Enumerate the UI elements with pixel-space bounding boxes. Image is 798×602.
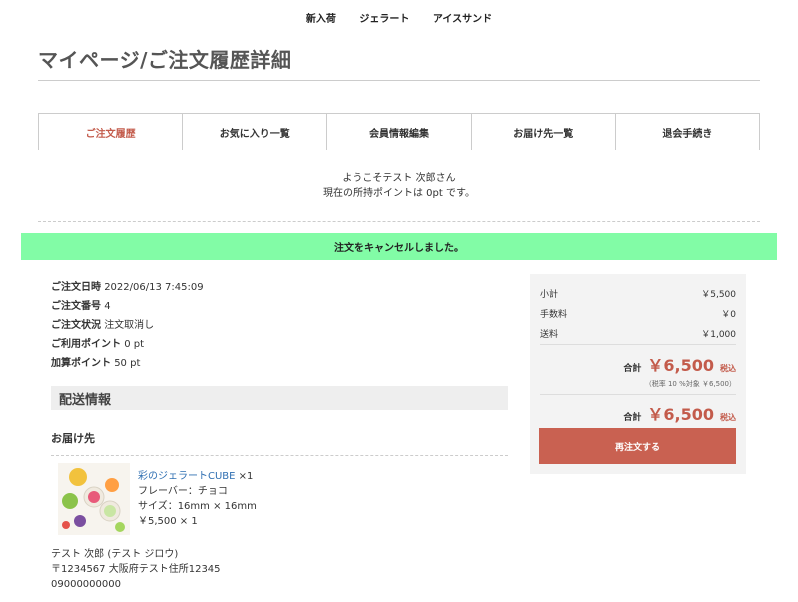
recipient-postal-address: 〒1234567 大阪府テスト住所12345 [51, 564, 221, 575]
order-info: ご注文日時 2022/06/13 7:45:09 ご注文番号 4 ご注文状況 注… [51, 278, 204, 373]
ship-to-divider [51, 455, 508, 456]
subtotal-value: ￥5,500 [701, 290, 736, 300]
total-row: 合計 ￥6,500 税込 [623, 352, 736, 376]
page-title: マイページ/ご注文履歴詳細 [38, 48, 292, 72]
product-size: サイズ：16mm × 16mm [138, 501, 257, 512]
welcome-divider [38, 221, 760, 222]
product-qty: ×1 [238, 471, 254, 482]
points-balance: 現在の所持ポイントは 0pt です。 [323, 188, 475, 199]
recipient-phone: 09000000000 [51, 579, 121, 590]
subtotal-label: 小計 [540, 290, 559, 300]
gelato-photo-icon [58, 463, 130, 535]
added-points-value: 50 pt [114, 358, 141, 369]
welcome-greeting: ようこそテスト 次郎さん [342, 173, 456, 184]
title-divider [38, 80, 760, 81]
tab-order-history[interactable]: ご注文履歴 [38, 114, 184, 150]
grand-total-tax-label: 税込 [720, 413, 736, 422]
fee-value: ￥0 [721, 310, 736, 320]
order-number-row: ご注文番号 4 [51, 297, 204, 316]
order-status-row: ご注文状況 注文取消し [51, 316, 204, 335]
used-points-label: ご利用ポイント [51, 339, 121, 350]
nav-new-arrivals[interactable]: 新入荷 [306, 14, 336, 25]
welcome-message: ようこそテスト 次郎さん 現在の所持ポイントは 0pt です。 [0, 171, 798, 201]
product-price: ￥5,500 × 1 [138, 516, 198, 527]
added-points-row: 加算ポイント 50 pt [51, 354, 204, 373]
order-status-value: 注文取消し [104, 320, 155, 331]
product-flavor: フレーバー：チョコ [138, 486, 228, 497]
added-points-label: 加算ポイント [51, 358, 111, 369]
nav-ice-sandwich[interactable]: アイスサンド [433, 14, 492, 25]
top-nav: 新入荷 ジェラート アイスサンド [0, 10, 798, 25]
subtotal-row: 小計 ￥5,500 [540, 287, 736, 300]
tab-member-edit[interactable]: 会員情報編集 [327, 114, 472, 150]
product-image[interactable] [58, 463, 130, 535]
shipping-fee-row: 送料 ￥1,000 [540, 327, 736, 340]
nav-gelato[interactable]: ジェラート [359, 14, 409, 25]
shipping-fee-label: 送料 [540, 330, 559, 340]
shipping-fee-value: ￥1,000 [701, 330, 736, 340]
grand-total-row: 合計 ￥6,500 税込 [623, 401, 736, 425]
total-label: 合計 [623, 364, 642, 374]
total-value: ￥6,500 [647, 356, 714, 375]
order-date-value: 2022/06/13 7:45:09 [104, 282, 204, 293]
used-points-row: ご利用ポイント 0 pt [51, 335, 204, 354]
order-status-label: ご注文状況 [51, 320, 101, 331]
grand-total-label: 合計 [623, 413, 642, 423]
tab-favorites[interactable]: お気に入り一覧 [183, 114, 328, 150]
tab-delivery-addresses[interactable]: お届け先一覧 [472, 114, 616, 150]
tab-withdraw[interactable]: 退会手続き [616, 114, 761, 150]
total-tax-label: 税込 [720, 364, 736, 373]
product-name-link[interactable]: 彩のジェラートCUBE [138, 471, 235, 482]
fee-label: 手数料 [540, 310, 568, 320]
summary-divider [540, 344, 736, 345]
fee-row: 手数料 ￥0 [540, 307, 736, 320]
product-details: 彩のジェラートCUBE ×1 フレーバー：チョコ サイズ：16mm × 16mm… [138, 469, 257, 529]
used-points-value: 0 pt [124, 339, 144, 350]
mypage-tabs: ご注文履歴 お気に入り一覧 会員情報編集 お届け先一覧 退会手続き [38, 113, 761, 150]
reorder-button[interactable]: 再注文する [539, 428, 736, 464]
cancel-alert: 注文をキャンセルしました。 [21, 233, 777, 260]
tax-note: （税率 10 %対象 ￥6,500） [644, 380, 736, 388]
ship-to-label: お届け先 [51, 432, 95, 445]
order-date-label: ご注文日時 [51, 282, 101, 293]
shipping-section-title: 配送情報 [51, 386, 508, 410]
recipient-address: テスト 次郎 (テスト ジロウ) 〒1234567 大阪府テスト住所12345 … [51, 547, 221, 592]
recipient-name: テスト 次郎 (テスト ジロウ) [51, 549, 179, 560]
order-number-label: ご注文番号 [51, 301, 101, 312]
order-number-value: 4 [104, 301, 111, 312]
summary-divider-2 [540, 394, 736, 395]
product-title-row: 彩のジェラートCUBE ×1 [138, 469, 257, 484]
order-summary: 小計 ￥5,500 手数料 ￥0 送料 ￥1,000 合計 ￥6,500 税込 … [530, 274, 746, 474]
grand-total-value: ￥6,500 [647, 405, 714, 424]
order-date-row: ご注文日時 2022/06/13 7:45:09 [51, 278, 204, 297]
